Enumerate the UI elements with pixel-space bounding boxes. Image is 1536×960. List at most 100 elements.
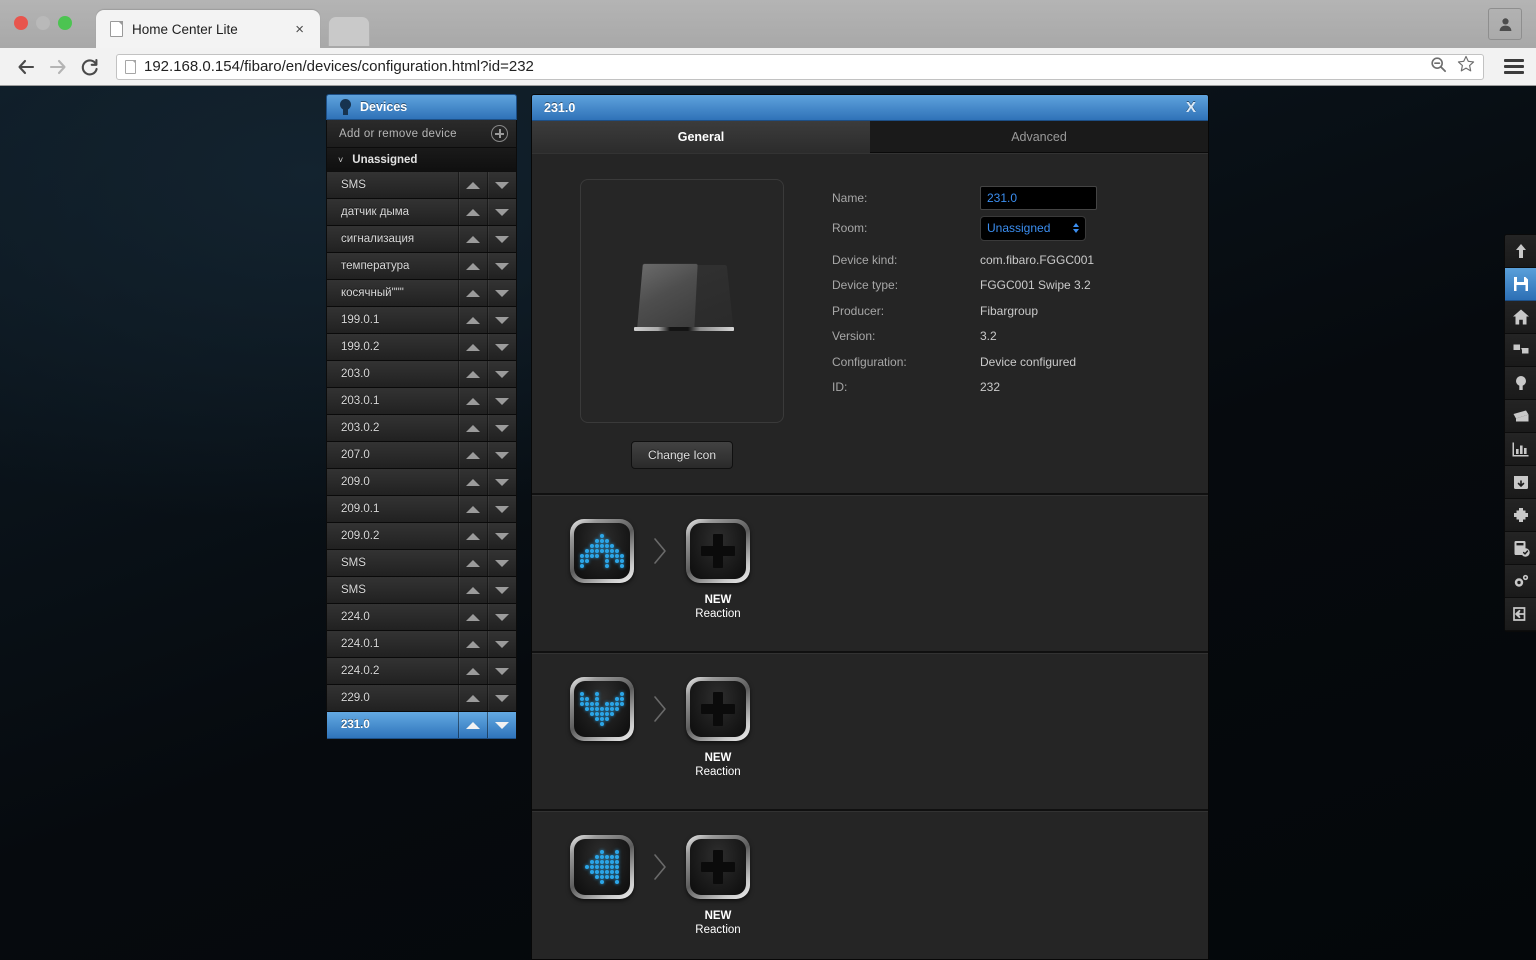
settings-check-icon[interactable] xyxy=(1505,532,1536,565)
move-up-button[interactable] xyxy=(458,523,487,549)
device-list-item[interactable]: 199.0.1 xyxy=(327,307,516,334)
move-down-button[interactable] xyxy=(487,280,516,306)
move-down-button[interactable] xyxy=(487,172,516,198)
room-select[interactable]: Unassigned xyxy=(980,215,1086,241)
add-device-plus-icon[interactable] xyxy=(491,125,508,142)
address-bar[interactable]: 192.168.0.154 /fibaro/en/devices/configu… xyxy=(116,53,1484,80)
close-icon[interactable]: X xyxy=(1186,99,1196,116)
move-up-button[interactable] xyxy=(458,604,487,630)
maximize-window-button[interactable] xyxy=(58,16,72,30)
lightbulb-icon[interactable] xyxy=(1505,367,1536,400)
add-reaction-button[interactable] xyxy=(686,677,750,741)
hamburger-menu-icon[interactable] xyxy=(1504,59,1524,74)
move-down-button[interactable] xyxy=(487,253,516,279)
move-up-button[interactable] xyxy=(458,685,487,711)
move-up-button[interactable] xyxy=(458,415,487,441)
zoom-out-icon[interactable] xyxy=(1430,56,1447,78)
move-up-button[interactable] xyxy=(458,361,487,387)
device-list-item[interactable]: сигнализация xyxy=(327,226,516,253)
home-icon[interactable] xyxy=(1505,301,1536,334)
back-arrow-icon[interactable] xyxy=(12,53,40,81)
move-up-button[interactable] xyxy=(458,253,487,279)
device-list-item[interactable]: 224.0.2 xyxy=(327,658,516,685)
sidebar-group-unassigned[interactable]: ˅ Unassigned xyxy=(326,148,517,172)
close-tab-icon[interactable]: × xyxy=(289,22,310,37)
move-down-button[interactable] xyxy=(487,631,516,657)
device-list-item[interactable]: 209.0 xyxy=(327,469,516,496)
upload-arrow-icon[interactable] xyxy=(1505,235,1536,268)
name-input[interactable]: 231.0 xyxy=(980,185,1097,210)
move-down-button[interactable] xyxy=(487,523,516,549)
device-list-item[interactable]: 199.0.2 xyxy=(327,334,516,361)
profile-icon[interactable] xyxy=(1488,8,1522,40)
save-icon[interactable] xyxy=(1505,268,1536,301)
scenes-clapper-icon[interactable] xyxy=(1505,400,1536,433)
move-down-button[interactable] xyxy=(487,442,516,468)
move-down-button[interactable] xyxy=(487,361,516,387)
move-down-button[interactable] xyxy=(487,388,516,414)
move-up-button[interactable] xyxy=(458,631,487,657)
move-down-button[interactable] xyxy=(487,469,516,495)
move-up-button[interactable] xyxy=(458,334,487,360)
minimize-window-button[interactable] xyxy=(36,16,50,30)
move-up-button[interactable] xyxy=(458,550,487,576)
device-list-item[interactable]: 203.0 xyxy=(327,361,516,388)
move-down-button[interactable] xyxy=(487,550,516,576)
move-up-button[interactable] xyxy=(458,280,487,306)
add-reaction-button[interactable] xyxy=(686,835,750,899)
device-list-item[interactable]: SMS xyxy=(327,172,516,199)
star-icon[interactable] xyxy=(1457,55,1475,78)
move-down-button[interactable] xyxy=(487,307,516,333)
browser-tab[interactable]: Home Center Lite × xyxy=(96,10,320,48)
device-list-item[interactable]: 224.0 xyxy=(327,604,516,631)
reload-icon[interactable] xyxy=(76,53,104,81)
move-up-button[interactable] xyxy=(458,577,487,603)
new-tab-button[interactable] xyxy=(328,16,370,46)
move-down-button[interactable] xyxy=(487,415,516,441)
device-list-item[interactable]: косячный""" xyxy=(327,280,516,307)
move-down-button[interactable] xyxy=(487,199,516,225)
swipe-down-gesture-icon[interactable] xyxy=(570,677,634,741)
change-icon-button[interactable]: Change Icon xyxy=(630,441,734,469)
move-up-button[interactable] xyxy=(458,712,487,738)
device-list-item[interactable]: 203.0.2 xyxy=(327,415,516,442)
devices-icon[interactable] xyxy=(1505,334,1536,367)
tab-general[interactable]: General xyxy=(532,121,870,153)
move-down-button[interactable] xyxy=(487,712,516,738)
add-or-remove-device-row[interactable]: Add or remove device xyxy=(326,120,517,148)
device-list-item[interactable]: 209.0.1 xyxy=(327,496,516,523)
device-list-item[interactable]: датчик дыма xyxy=(327,199,516,226)
move-down-button[interactable] xyxy=(487,604,516,630)
device-list-item[interactable]: 231.0 xyxy=(327,712,516,739)
device-list-item[interactable]: 203.0.1 xyxy=(327,388,516,415)
move-up-button[interactable] xyxy=(458,226,487,252)
logout-icon[interactable] xyxy=(1505,598,1536,631)
move-up-button[interactable] xyxy=(458,469,487,495)
device-list-item[interactable]: 224.0.1 xyxy=(327,631,516,658)
device-list-item[interactable]: температура xyxy=(327,253,516,280)
statistics-chart-icon[interactable] xyxy=(1505,433,1536,466)
device-list-item[interactable]: 207.0 xyxy=(327,442,516,469)
move-down-button[interactable] xyxy=(487,658,516,684)
move-down-button[interactable] xyxy=(487,226,516,252)
move-down-button[interactable] xyxy=(487,685,516,711)
move-up-button[interactable] xyxy=(458,442,487,468)
forward-arrow-icon[interactable] xyxy=(44,53,72,81)
move-up-button[interactable] xyxy=(458,658,487,684)
move-down-button[interactable] xyxy=(487,577,516,603)
close-window-button[interactable] xyxy=(14,16,28,30)
plugins-puzzle-icon[interactable] xyxy=(1505,499,1536,532)
swipe-left-gesture-icon[interactable] xyxy=(570,835,634,899)
move-down-button[interactable] xyxy=(487,496,516,522)
device-list-item[interactable]: SMS xyxy=(327,550,516,577)
add-reaction-button[interactable] xyxy=(686,519,750,583)
device-list-item[interactable]: 209.0.2 xyxy=(327,523,516,550)
move-up-button[interactable] xyxy=(458,388,487,414)
panels-box-icon[interactable] xyxy=(1505,466,1536,499)
move-up-button[interactable] xyxy=(458,307,487,333)
gear-config-icon[interactable] xyxy=(1505,565,1536,598)
tab-advanced[interactable]: Advanced xyxy=(870,121,1208,153)
device-list-item[interactable]: SMS xyxy=(327,577,516,604)
move-up-button[interactable] xyxy=(458,199,487,225)
move-up-button[interactable] xyxy=(458,496,487,522)
